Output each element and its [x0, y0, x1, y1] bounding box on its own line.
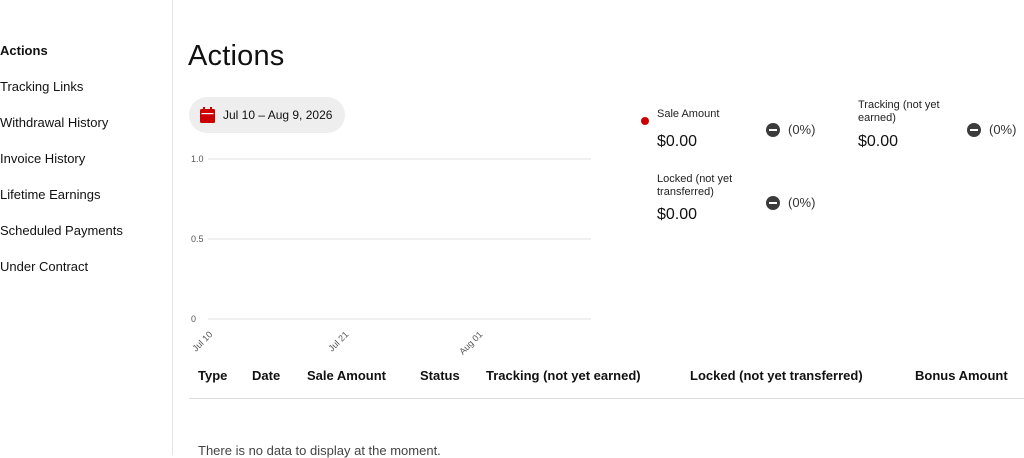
sale-amount-legend-dot	[641, 117, 649, 125]
sidebar-item-under-contract[interactable]: Under Contract	[0, 259, 88, 274]
sidebar-item-actions[interactable]: Actions	[0, 43, 48, 58]
sidebar-item-scheduled-payments[interactable]: Scheduled Payments	[0, 223, 123, 238]
y-tick-label: 0	[191, 314, 196, 324]
locked-label: Locked (not yet transferred)	[657, 173, 733, 198]
locked-change: (0%)	[788, 195, 816, 210]
sidebar-item-tracking-links[interactable]: Tracking Links	[0, 79, 83, 94]
sidebar: Actions Tracking Links Withdrawal Histor…	[0, 0, 173, 455]
empty-table-message: There is no data to display at the momen…	[198, 443, 441, 458]
minus-circle-icon	[766, 123, 780, 137]
x-tick-label: Jul 21	[326, 329, 350, 353]
locked-value: $0.00	[657, 206, 698, 223]
sale-amount-change: (0%)	[788, 122, 816, 137]
tracking-value: $0.00	[858, 133, 899, 150]
minus-circle-icon	[766, 196, 780, 210]
column-tracking[interactable]: Tracking (not yet earned)	[486, 368, 641, 383]
date-range-label: Jul 10 – Aug 9, 2026	[223, 108, 333, 122]
date-range-picker[interactable]: Jul 10 – Aug 9, 2026	[189, 97, 345, 133]
column-locked[interactable]: Locked (not yet transferred)	[690, 368, 863, 383]
column-bonus-amount[interactable]: Bonus Amount	[915, 368, 1008, 383]
tracking-label: Tracking (not yet earned)	[858, 99, 940, 124]
sidebar-item-invoice-history[interactable]: Invoice History	[0, 151, 85, 166]
column-date[interactable]: Date	[252, 368, 280, 383]
sale-amount-value: $0.00	[657, 133, 698, 150]
sale-amount-label: Sale Amount	[657, 108, 720, 120]
sidebar-item-withdrawal-history[interactable]: Withdrawal History	[0, 115, 108, 130]
main-content: Actions Jul 10 – Aug 9, 2026 1.0 0.5 0 Jul …	[173, 0, 1024, 458]
minus-circle-icon	[967, 123, 981, 137]
column-type[interactable]: Type	[198, 368, 227, 383]
column-status[interactable]: Status	[420, 368, 460, 383]
x-tick-label: Jul 10	[190, 329, 214, 353]
calendar-icon	[200, 107, 215, 123]
x-tick-label: Aug 01	[457, 329, 484, 356]
sidebar-item-lifetime-earnings[interactable]: Lifetime Earnings	[0, 187, 100, 202]
tracking-change: (0%)	[989, 122, 1017, 137]
table-header: Type Date Sale Amount Status Tracking (n…	[189, 368, 1024, 399]
page-title: Actions	[188, 40, 285, 72]
y-tick-label: 0.5	[191, 234, 204, 244]
y-tick-label: 1.0	[191, 154, 204, 164]
actions-chart: 1.0 0.5 0 Jul 10 Jul 21 Aug 01	[190, 154, 591, 357]
column-sale-amount[interactable]: Sale Amount	[307, 368, 386, 383]
